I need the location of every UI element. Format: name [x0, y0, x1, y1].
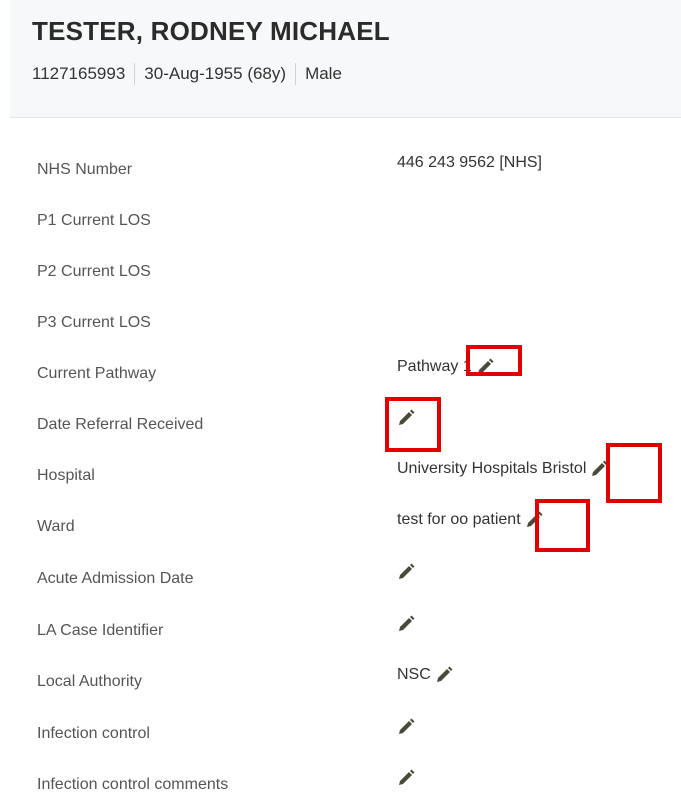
- patient-name: TESTER, RODNEY MICHAEL: [32, 16, 390, 46]
- patient-banner: TESTER, RODNEY MICHAEL 1127165993 30-Aug…: [10, 0, 681, 118]
- meta-divider: [295, 63, 297, 85]
- field-label: Infection control comments: [37, 776, 229, 793]
- field-row-local-authority: Local Authority NSC: [0, 630, 681, 690]
- meta-divider: [134, 63, 136, 85]
- patient-meta: 1127165993 30-Aug-1955 (68y) Male: [32, 63, 342, 85]
- field-value: [397, 769, 417, 787]
- patient-sex: Male: [305, 64, 342, 83]
- field-row-hospital: Hospital University Hospitals Bristol: [0, 424, 681, 484]
- field-row-nhs-number: NHS Number 446 243 9562 [NHS]: [0, 118, 681, 178]
- field-row-infection-control-comments: Infection control comments: [0, 733, 681, 793]
- field-row-infection-control: Infection control: [0, 682, 681, 742]
- field-row-ward: Ward test for oo patient: [0, 475, 681, 535]
- field-row-current-pathway: Current Pathway Pathway 1: [0, 322, 681, 382]
- patient-id: 1127165993: [32, 64, 126, 83]
- field-row-p2-current-los: P2 Current LOS: [0, 220, 681, 280]
- field-row-la-case-identifier: LA Case Identifier: [0, 579, 681, 639]
- field-row-acute-admission-date: Acute Admission Date: [0, 527, 681, 587]
- field-row-date-referral-received: Date Referral Received: [0, 373, 681, 433]
- pencil-icon[interactable]: [397, 769, 417, 787]
- patient-dob-age: 30-Aug-1955 (68y): [144, 64, 287, 83]
- field-row-p3-current-los: P3 Current LOS: [0, 271, 681, 331]
- field-row-p1-current-los: P1 Current LOS: [0, 169, 681, 229]
